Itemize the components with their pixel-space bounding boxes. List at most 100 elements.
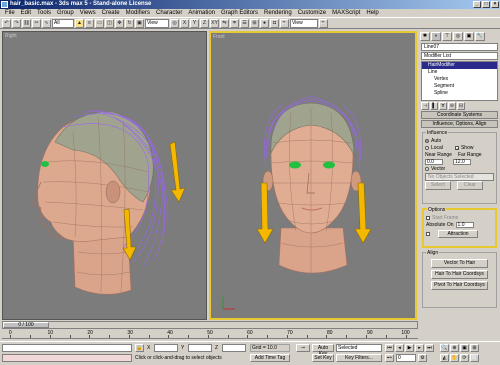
viewport-right[interactable]: Right [2, 31, 207, 320]
rect-selection-icon[interactable]: ▭ [95, 18, 104, 28]
create-tab-icon[interactable]: ✱ [420, 32, 430, 41]
menu-rendering[interactable]: Rendering [261, 9, 295, 17]
utilities-tab-icon[interactable]: 🔧 [475, 32, 485, 41]
viewport-label[interactable]: Right [5, 33, 17, 39]
zoom-all-icon[interactable]: ⊕ [450, 344, 459, 352]
menu-graph-editors[interactable]: Graph Editors [218, 9, 261, 17]
field-of-view-icon[interactable]: ◭ [440, 354, 449, 362]
stack-item[interactable]: Line [422, 69, 497, 76]
attraction-button[interactable]: Attraction [438, 229, 478, 238]
viewport-front[interactable]: Front [209, 31, 417, 320]
stack-item[interactable]: Spline [422, 90, 497, 97]
local-radio[interactable] [425, 145, 429, 150]
modifier-stack[interactable]: HairModifier Line Vertex Segment Spline [421, 61, 498, 101]
close-button[interactable]: × [491, 1, 499, 8]
window-crossing-icon[interactable]: ◫ [105, 18, 114, 28]
y-axis-icon[interactable]: Y [190, 18, 199, 28]
show-end-result-icon[interactable]: ▌ [430, 102, 438, 110]
menu-group[interactable]: Group [54, 9, 77, 17]
select-by-name-icon[interactable]: ≡ [85, 18, 94, 28]
link-icon[interactable]: ⛓ [22, 18, 31, 28]
key-filters-button[interactable]: Key Filters... [336, 354, 382, 362]
track-view-icon[interactable]: ☰ [240, 18, 249, 28]
select-button[interactable]: Select [425, 181, 451, 190]
absolute-on-spinner[interactable]: 1.0 [455, 221, 474, 228]
menu-file[interactable]: File [2, 9, 18, 17]
show-checkbox[interactable]: ✓ [454, 145, 459, 150]
unlink-icon[interactable]: ✂ [32, 18, 41, 28]
y-coord-field[interactable] [188, 344, 212, 352]
render-last-icon[interactable]: ☕ [319, 18, 328, 28]
reference-coord-dropdown[interactable]: View [145, 18, 169, 28]
time-config-icon[interactable]: ⚙ [418, 354, 427, 362]
menu-edit[interactable]: Edit [18, 9, 34, 17]
material-editor-icon[interactable]: ● [260, 18, 269, 28]
xy-plane-icon[interactable]: XY [210, 18, 219, 28]
undo-icon[interactable]: ↶ [2, 18, 11, 28]
make-unique-icon[interactable]: ∀ [439, 102, 447, 110]
rollout-influence-options-align[interactable]: Influence, Options, Align [421, 120, 498, 128]
pivot-center-icon[interactable]: ◎ [170, 18, 179, 28]
pivot-to-hair-coordsys-button[interactable]: Pivot To Hair Coordsys [431, 281, 488, 290]
maxscript-mini-listener[interactable] [2, 354, 132, 362]
auto-radio[interactable] [425, 138, 429, 143]
menu-tools[interactable]: Tools [34, 9, 54, 17]
menu-character[interactable]: Character [153, 9, 185, 17]
object-name-field[interactable]: Line07 [421, 43, 498, 51]
time-slider-track[interactable]: 0 / 100 [2, 321, 418, 329]
hair-to-hair-coordsys-button[interactable]: Hair To Hair Coordsys [431, 270, 488, 279]
minimize-button[interactable]: _ [473, 1, 481, 8]
mirror-icon[interactable]: ⇋ [220, 18, 229, 28]
set-key-button[interactable]: Set Key [312, 354, 334, 362]
z-axis-icon[interactable]: Z [200, 18, 209, 28]
vector-radio[interactable] [425, 166, 429, 171]
goto-end-icon[interactable]: ⏭ [425, 344, 434, 352]
current-frame-field[interactable]: 0 [396, 354, 416, 362]
render-scene-icon[interactable]: ◘ [270, 18, 279, 28]
align-icon[interactable]: ≑ [230, 18, 239, 28]
select-scale-icon[interactable]: ▣ [135, 18, 144, 28]
render-type-dropdown[interactable]: View [290, 18, 318, 28]
goto-start-icon[interactable]: ⏮ [385, 344, 394, 352]
maximize-viewport-icon[interactable]: ⬜ [470, 354, 479, 362]
maxscript-listener-field[interactable] [2, 344, 132, 352]
menu-modifiers[interactable]: Modifiers [123, 9, 153, 17]
menu-views[interactable]: Views [77, 9, 99, 17]
auto-key-button[interactable]: Auto Key [312, 344, 334, 357]
x-coord-field[interactable] [154, 344, 178, 352]
key-mode-toggle-icon[interactable]: ⊷ [385, 354, 394, 362]
selection-set-dropdown[interactable]: Selected [336, 344, 382, 352]
menu-customize[interactable]: Customize [295, 9, 329, 17]
attraction-checkbox[interactable] [426, 231, 430, 236]
zoom-extents-icon[interactable]: ▣ [460, 344, 469, 352]
select-rotate-icon[interactable]: ↻ [125, 18, 134, 28]
maximize-button[interactable]: □ [482, 1, 490, 8]
selection-filter-dropdown[interactable]: All [52, 18, 74, 28]
arc-rotate-icon[interactable]: ⟳ [460, 354, 469, 362]
vector-to-hair-button[interactable]: Vector To Hair [431, 259, 488, 268]
time-slider[interactable]: 0 / 100 [3, 322, 49, 328]
motion-tab-icon[interactable]: ◎ [453, 32, 463, 41]
start-frame-checkbox[interactable] [426, 215, 430, 220]
play-icon[interactable]: ▶ [405, 344, 414, 352]
stack-item[interactable]: Vertex [422, 76, 497, 83]
modifier-list-dropdown[interactable]: Modifier List [421, 52, 498, 60]
selection-lock-icon[interactable]: 🔒 [135, 344, 144, 352]
pan-icon[interactable]: ✋ [450, 354, 459, 362]
zoom-extents-all-icon[interactable]: ⊞ [470, 344, 479, 352]
key-mode-icon[interactable]: ⊸ [296, 344, 310, 352]
modify-tab-icon[interactable]: ◗ [431, 32, 441, 41]
zoom-icon[interactable]: 🔍 [440, 344, 449, 352]
quick-render-icon[interactable]: ☕ [280, 18, 289, 28]
near-range-spinner[interactable]: 0.0 [425, 158, 443, 165]
stack-item[interactable]: HairModifier [422, 62, 497, 69]
select-object-icon[interactable]: ▲ [75, 18, 84, 28]
remove-modifier-icon[interactable]: ⊖ [448, 102, 456, 110]
far-range-spinner[interactable]: 12.0 [453, 158, 471, 165]
prev-frame-icon[interactable]: ◂ [395, 344, 404, 352]
add-time-tag-button[interactable]: Add Time Tag [250, 354, 290, 362]
select-move-icon[interactable]: ✥ [115, 18, 124, 28]
clear-button[interactable]: Clear [457, 181, 483, 190]
menu-animation[interactable]: Animation [185, 9, 218, 17]
hierarchy-tab-icon[interactable]: ⊤ [442, 32, 452, 41]
